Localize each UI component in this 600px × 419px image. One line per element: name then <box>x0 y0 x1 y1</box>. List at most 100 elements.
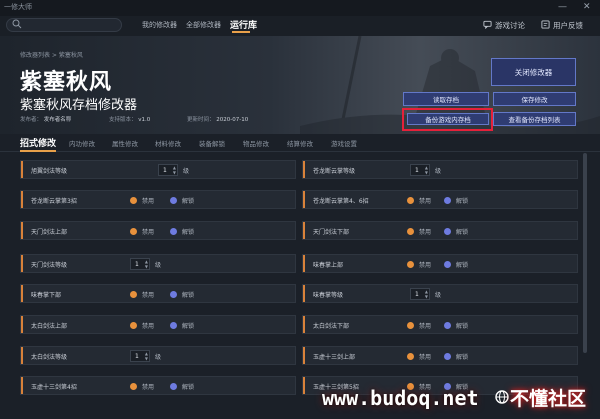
row-label: 味春掌下部 <box>31 292 62 299</box>
level-stepper[interactable]: 1 ▲ ▼ <box>410 164 430 176</box>
radio-label: 禁用 <box>142 198 155 205</box>
row-label: 苍龙断云掌第3招 <box>31 198 77 205</box>
radio-disable[interactable] <box>407 197 414 204</box>
watermark-brand: 不懂社区 <box>510 388 587 410</box>
radio-unlock[interactable] <box>444 197 451 204</box>
radio-label: 禁用 <box>142 323 155 330</box>
radio-disable[interactable] <box>407 228 414 235</box>
unit-label: 级 <box>435 292 442 299</box>
nav-my-trainers[interactable]: 我的修改器 <box>142 20 177 30</box>
close-window-button[interactable]: ✕ <box>583 2 591 12</box>
unit-label: 级 <box>155 262 162 269</box>
tab-moves[interactable]: 招式修改 <box>20 136 56 149</box>
list-item: 玉虚十三剑第4招 禁用 解锁 <box>20 376 296 395</box>
tab-settlement[interactable]: 结算修改 <box>287 138 313 148</box>
publisher-info: 发布者： 发布者名称 <box>20 117 72 123</box>
scrollbar[interactable] <box>583 153 587 353</box>
tab-items[interactable]: 物品修改 <box>243 138 269 148</box>
row-label: 天门剑法上部 <box>31 229 68 236</box>
radio-unlock[interactable] <box>444 322 451 329</box>
radio-label: 解锁 <box>456 354 469 361</box>
tab-inner-skill[interactable]: 内功修改 <box>69 138 95 148</box>
radio-label: 解锁 <box>182 292 195 299</box>
list-item: 天门剑法等级 1 ▲ ▼ 级 <box>20 254 296 273</box>
radio-disable[interactable] <box>407 261 414 268</box>
tab-materials[interactable]: 材料修改 <box>155 138 181 148</box>
discussion-icon <box>483 20 492 29</box>
level-stepper[interactable]: 1 ▲ ▼ <box>158 164 178 176</box>
unit-label: 级 <box>155 354 162 361</box>
radio-unlock[interactable] <box>170 383 177 390</box>
minimize-button[interactable]: — <box>558 2 567 12</box>
radio-label: 解锁 <box>182 229 195 236</box>
feedback-link[interactable]: 用户反馈 <box>553 20 583 31</box>
title-bar <box>0 0 600 16</box>
row-label: 玉虚十三剑上部 <box>313 354 356 361</box>
radio-label: 解锁 <box>456 198 469 205</box>
trainer-title: 紫塞秋风存档修改器 <box>20 98 138 113</box>
feedback-icon <box>541 20 550 29</box>
unit-label: 级 <box>435 168 442 175</box>
search-box[interactable] <box>6 18 122 32</box>
radio-label: 禁用 <box>142 229 155 236</box>
radio-unlock[interactable] <box>444 228 451 235</box>
level-stepper[interactable]: 1 ▲ ▼ <box>130 350 150 362</box>
list-item: 天门剑法下部 禁用 解锁 <box>302 221 578 240</box>
list-item: 味春掌上部 禁用 解锁 <box>302 254 578 273</box>
radio-disable[interactable] <box>130 197 137 204</box>
radio-disable[interactable] <box>407 353 414 360</box>
close-trainer-button[interactable]: 关闭修改器 <box>491 58 576 86</box>
list-item: 苍龙断云掌第3招 禁用 解锁 <box>20 190 296 209</box>
radio-label: 解锁 <box>456 229 469 236</box>
radio-label: 禁用 <box>419 323 432 330</box>
backup-list-button[interactable]: 查看备份存档列表 <box>493 112 576 126</box>
radio-disable[interactable] <box>130 228 137 235</box>
row-label: 天门剑法下部 <box>313 229 350 236</box>
discussion-link[interactable]: 游戏讨论 <box>495 20 525 31</box>
list-item: 玉虚十三剑上部 禁用 解锁 <box>302 346 578 365</box>
version-info: 支持版本： v1.0 <box>109 117 151 123</box>
nav-runtime-library[interactable]: 运行库 <box>230 18 257 31</box>
nav-all-trainers[interactable]: 全部修改器 <box>186 20 221 30</box>
search-input[interactable] <box>21 20 117 31</box>
radio-label: 禁用 <box>419 198 432 205</box>
radio-disable[interactable] <box>130 383 137 390</box>
tab-equipment-unlock[interactable]: 装备解锁 <box>199 138 225 148</box>
row-label: 太白剑法上部 <box>31 323 68 330</box>
app-title: 一修大师 <box>4 3 32 11</box>
list-item: 味春掌等级 1 ▲ ▼ 级 <box>302 284 578 303</box>
radio-disable[interactable] <box>130 291 137 298</box>
radio-unlock[interactable] <box>170 291 177 298</box>
radio-unlock[interactable] <box>170 228 177 235</box>
radio-disable[interactable] <box>407 322 414 329</box>
row-label: 苍龙断云掌等级 <box>313 168 356 175</box>
radio-disable[interactable] <box>130 322 137 329</box>
list-item: 苍龙断云掌等级 1 ▲ ▼ 级 <box>302 160 578 179</box>
list-item: 苍龙断云掌第4、6招 禁用 解锁 <box>302 190 578 209</box>
row-label: 味春掌等级 <box>313 292 344 299</box>
radio-label: 解锁 <box>456 323 469 330</box>
level-stepper[interactable]: 1 ▲ ▼ <box>130 258 150 270</box>
list-item: 太白剑法等级 1 ▲ ▼ 级 <box>20 346 296 365</box>
radio-label: 禁用 <box>142 292 155 299</box>
list-item: 太白剑法上部 禁用 解锁 <box>20 315 296 334</box>
radio-label: 禁用 <box>142 384 155 391</box>
radio-unlock[interactable] <box>170 322 177 329</box>
radio-unlock[interactable] <box>444 261 451 268</box>
tab-attributes[interactable]: 属性修改 <box>112 138 138 148</box>
radio-unlock[interactable] <box>444 353 451 360</box>
row-label: 太白剑法下部 <box>313 323 350 330</box>
radio-unlock[interactable] <box>170 197 177 204</box>
search-icon <box>12 19 22 29</box>
highlight-box <box>402 108 493 131</box>
save-changes-button[interactable]: 保存修改 <box>493 92 576 106</box>
list-item: 旭翼剑法等级 1 ▲ ▼ 级 <box>20 160 296 179</box>
row-label: 太白剑法等级 <box>31 354 68 361</box>
tab-game-settings[interactable]: 游戏设置 <box>331 138 357 148</box>
watermark-url: www.budoq.net <box>322 386 479 410</box>
breadcrumb[interactable]: 修改器列表 > 紫塞秋风 <box>20 50 83 59</box>
level-stepper[interactable]: 1 ▲ ▼ <box>410 288 430 300</box>
read-save-button[interactable]: 读取存档 <box>403 92 489 106</box>
radio-label: 解锁 <box>182 323 195 330</box>
unit-label: 级 <box>183 168 190 175</box>
